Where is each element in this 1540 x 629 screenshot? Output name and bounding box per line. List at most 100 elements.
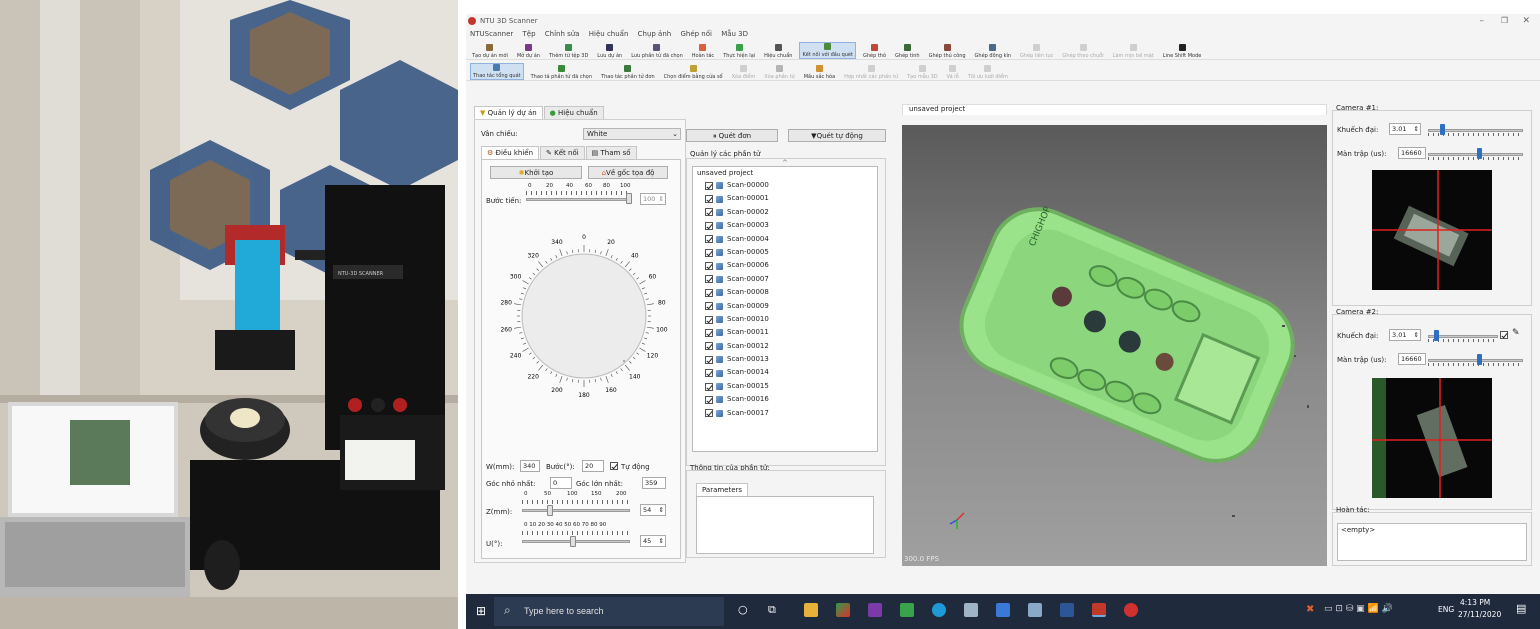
camera1-shutter-handle[interactable]: [1477, 148, 1482, 159]
edit-toolbar-button-8[interactable]: Tạo mẫu 3D: [905, 65, 940, 80]
scan-visible-checkbox[interactable]: [705, 382, 713, 391]
tray-icons[interactable]: ▭ ⊡ ⛁ ▣ 📶 🔊: [1324, 604, 1393, 614]
scan-item[interactable]: Scan-00011: [705, 326, 877, 339]
camera2-shutter-spinbox[interactable]: 16660: [1398, 353, 1426, 365]
toolbar-button-8[interactable]: Kết nối với đầu quét: [799, 42, 856, 59]
scan-item[interactable]: Scan-00007: [705, 273, 877, 286]
scan-visible-checkbox[interactable]: [705, 208, 713, 217]
step-slider[interactable]: [526, 198, 632, 201]
notification-icon[interactable]: ▤: [1516, 602, 1526, 615]
camera1-gain-handle[interactable]: [1440, 124, 1445, 135]
tab-control[interactable]: ⚙ Điều khiển: [481, 146, 540, 159]
app-icon-2[interactable]: [996, 603, 1010, 617]
camera2-shutter-slider[interactable]: [1428, 359, 1523, 362]
edit-toolbar-button-1[interactable]: Thao tá phần tử đã chọn: [529, 65, 594, 80]
menu-calibration[interactable]: Hiệu chuẩn: [589, 30, 629, 38]
scan-item[interactable]: Scan-00015: [705, 380, 877, 393]
menu-edit[interactable]: Chỉnh sửa: [545, 30, 580, 38]
restore-icon[interactable]: ❐: [1501, 14, 1508, 28]
tab-connect[interactable]: ✎ Kết nối: [540, 146, 585, 159]
step-angle-spinbox[interactable]: 20: [582, 460, 604, 472]
toolbar-button-16[interactable]: Line Shift Mode: [1161, 44, 1204, 59]
clock-time[interactable]: 4:13 PM: [1460, 598, 1490, 607]
home-button[interactable]: ⌂Về gốc tọa độ: [588, 166, 668, 179]
toolbar-button-9[interactable]: Ghép thô: [861, 44, 888, 59]
camera2-gain-handle[interactable]: [1434, 330, 1439, 341]
menu-capture[interactable]: Chụp ảnh: [638, 30, 672, 38]
close-icon[interactable]: ✕: [1522, 14, 1530, 28]
toolbar-button-13[interactable]: Ghép liên tục: [1018, 44, 1055, 59]
pattern-select[interactable]: White ⌄: [583, 128, 681, 140]
qt-creator-icon[interactable]: [900, 603, 914, 617]
step-spinbox[interactable]: 100 ⇕: [640, 193, 666, 205]
word-icon[interactable]: [1060, 603, 1074, 617]
scan-visible-checkbox[interactable]: [705, 395, 713, 404]
scan-item[interactable]: Scan-00003: [705, 219, 877, 232]
scan-item[interactable]: Scan-00000: [705, 179, 877, 192]
scan-visible-checkbox[interactable]: [705, 315, 713, 324]
task-view-icon[interactable]: ⧉: [768, 603, 776, 617]
scan-visible-checkbox[interactable]: [705, 302, 713, 311]
scan-item[interactable]: Scan-00013: [705, 353, 877, 366]
toolbar-button-5[interactable]: Hoàn tác: [690, 44, 716, 59]
toolbar-button-7[interactable]: Hiệu chuẩn: [762, 44, 794, 59]
scan-item[interactable]: Scan-00009: [705, 300, 877, 313]
edit-toolbar-button-0[interactable]: Thao tác tổng quát: [470, 63, 524, 80]
scan-item[interactable]: Scan-00002: [705, 206, 877, 219]
search-box[interactable]: ⌕ Type here to search: [494, 597, 724, 626]
camera1-gain-spinbox[interactable]: 3.01 ⇕: [1389, 123, 1421, 135]
scan-visible-checkbox[interactable]: [705, 262, 713, 271]
camera2-shutter-handle[interactable]: [1477, 354, 1482, 365]
scan-item[interactable]: Scan-00016: [705, 393, 877, 406]
menu-merge[interactable]: Ghép nối: [680, 30, 712, 38]
edit-toolbar-button-3[interactable]: Chọn điểm bằng cửa sổ: [662, 65, 725, 80]
camera1-shutter-spinbox[interactable]: 16660: [1398, 147, 1426, 159]
scan-visible-checkbox[interactable]: [705, 342, 713, 351]
single-scan-button[interactable]: ⏸ Quét đơn: [686, 129, 778, 142]
edge-icon[interactable]: [932, 603, 946, 617]
z-spinbox[interactable]: 54 ⇕: [640, 504, 666, 516]
u-slider[interactable]: [522, 540, 630, 543]
menu-ntuscanner[interactable]: NTUScanner: [470, 30, 513, 38]
app-icon-4[interactable]: [1124, 603, 1138, 617]
camera2-sync-checkbox[interactable]: [1500, 331, 1508, 339]
toolbar-button-0[interactable]: Tạo dự án mới: [470, 44, 510, 59]
scan-item[interactable]: Scan-00010: [705, 313, 877, 326]
u-slider-handle[interactable]: [570, 536, 576, 547]
toolbar-button-10[interactable]: Ghép tinh: [893, 44, 922, 59]
scan-visible-checkbox[interactable]: [705, 235, 713, 244]
scan-visible-checkbox[interactable]: [705, 288, 713, 297]
scan-visible-checkbox[interactable]: [705, 328, 713, 337]
min-angle-spinbox[interactable]: 0: [550, 477, 572, 489]
scan-visible-checkbox[interactable]: [705, 409, 713, 418]
camera2-gain-spinbox[interactable]: 3.01 ⇕: [1389, 329, 1421, 341]
toolbar-button-2[interactable]: Thêm từ tệp 3D: [547, 44, 590, 59]
minimize-icon[interactable]: –: [1480, 14, 1485, 28]
file-explorer-icon[interactable]: [804, 603, 818, 617]
visual-studio-icon[interactable]: [868, 603, 882, 617]
tab-calibration[interactable]: ● Hiệu chuẩn: [543, 106, 604, 119]
windows-start-icon[interactable]: ⊞: [476, 604, 486, 618]
scan-item[interactable]: Scan-00005: [705, 246, 877, 259]
toolbar-button-14[interactable]: Ghép theo chuỗi: [1060, 44, 1105, 59]
w-spinbox[interactable]: 340: [520, 460, 540, 472]
toolbar-button-4[interactable]: Lưu phần tử đã chọn: [629, 44, 685, 59]
app-icon-1[interactable]: [964, 603, 978, 617]
toolbar-button-6[interactable]: Thực hiện lại: [721, 44, 757, 59]
edit-toolbar-button-2[interactable]: Thao tác phần tử đơn: [599, 65, 657, 80]
pencil-icon[interactable]: ✎: [1512, 328, 1520, 338]
scan-item[interactable]: Scan-00006: [705, 259, 877, 272]
scan-visible-checkbox[interactable]: [705, 275, 713, 284]
scan-item[interactable]: Scan-00014: [705, 366, 877, 379]
auto-checkbox[interactable]: [610, 462, 618, 470]
edit-toolbar-button-10[interactable]: Tối ưu lưới điểm: [966, 65, 1010, 80]
toolbar-button-12[interactable]: Ghép đồng kín: [973, 44, 1014, 59]
edit-toolbar-button-7[interactable]: Hợp nhất các phần tử: [842, 65, 900, 80]
scan-item[interactable]: Scan-00012: [705, 340, 877, 353]
scan-item[interactable]: Scan-00008: [705, 286, 877, 299]
edit-toolbar-button-4[interactable]: Xóa điểm: [730, 65, 758, 80]
clock-date[interactable]: 27/11/2020: [1458, 610, 1501, 619]
scan-visible-checkbox[interactable]: [705, 248, 713, 257]
toolbar-button-1[interactable]: Mở dự án: [515, 44, 542, 59]
ntu-scanner-taskbar-icon[interactable]: [1092, 603, 1106, 617]
